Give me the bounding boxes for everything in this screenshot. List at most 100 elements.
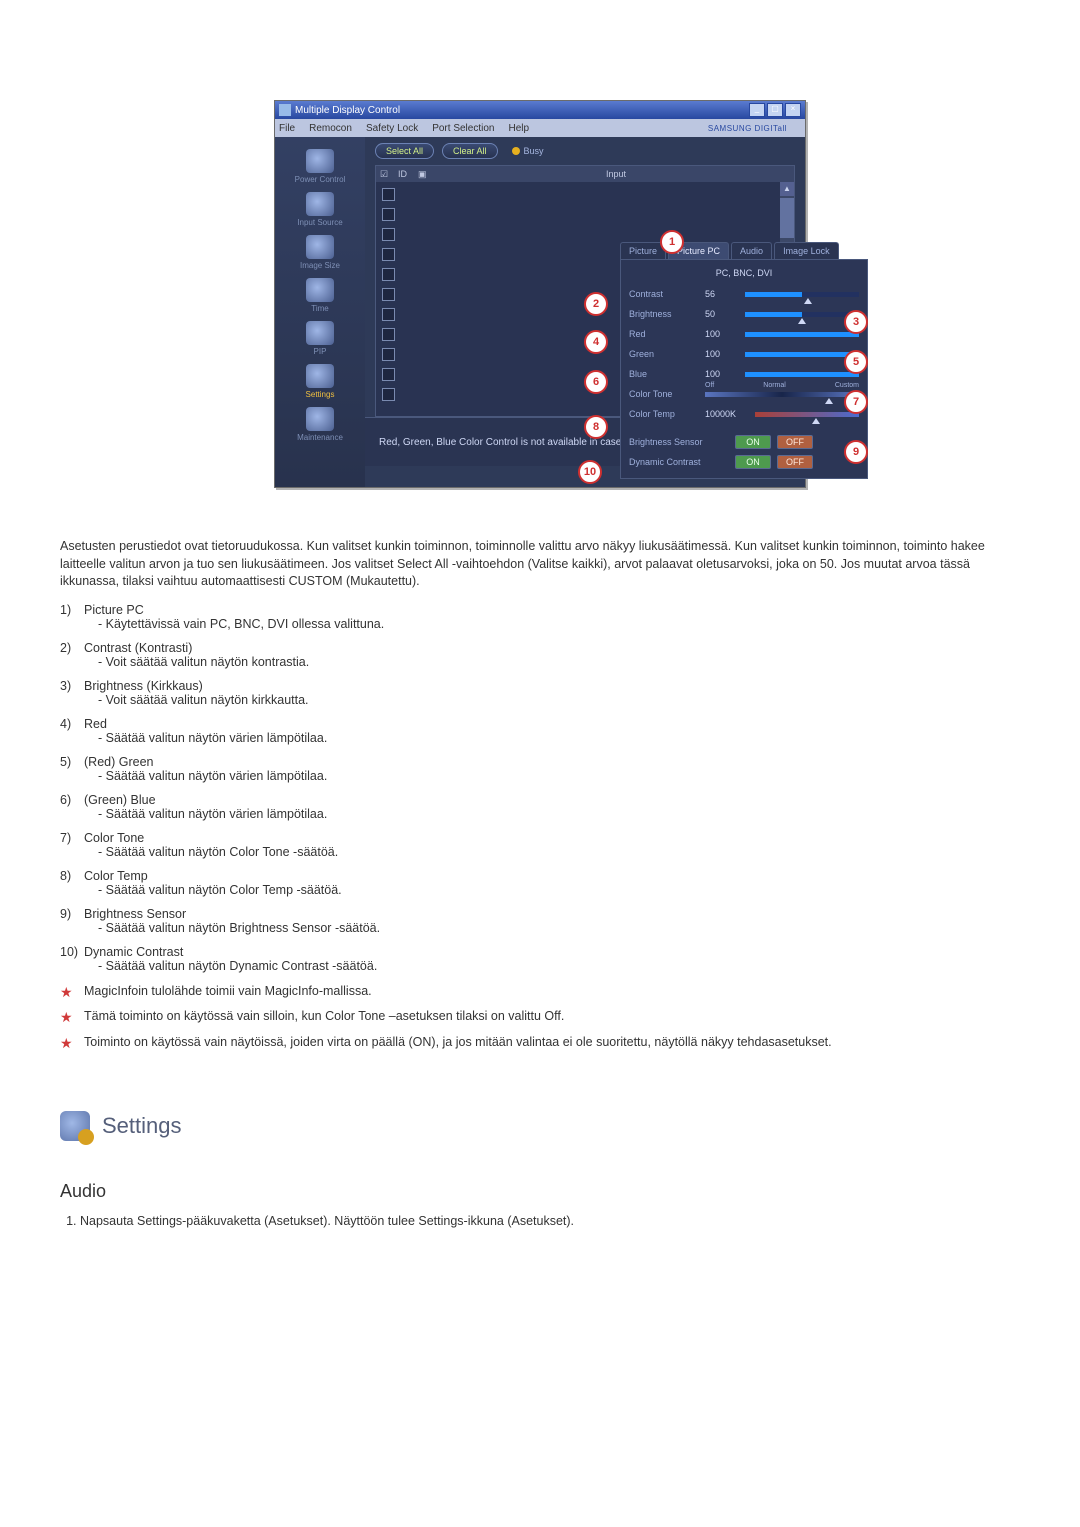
- sidebar-item-maintenance[interactable]: Maintenance: [275, 407, 365, 442]
- list-item: Picture PC- Käytettävissä vain PC, BNC, …: [60, 603, 1020, 631]
- tab-image-lock[interactable]: Image Lock: [774, 242, 839, 259]
- row-color-tone: Color Tone OffNormalCustom: [629, 384, 859, 404]
- blue-slider[interactable]: [745, 372, 859, 377]
- row-checkbox[interactable]: [382, 368, 395, 381]
- row-red: Red100: [629, 324, 859, 344]
- close-button[interactable]: ×: [785, 103, 801, 117]
- clear-all-button[interactable]: Clear All: [442, 143, 498, 159]
- star-list: MagicInfoin tulolähde toimii vain MagicI…: [60, 983, 1020, 1052]
- numbered-list: Picture PC- Käytettävissä vain PC, BNC, …: [60, 603, 1020, 973]
- row-checkbox[interactable]: [382, 228, 395, 241]
- brand-label: SAMSUNG DIGITall: [708, 124, 787, 133]
- sidebar: Power Control Input Source Image Size Ti…: [275, 137, 365, 487]
- brightness-slider[interactable]: [745, 312, 859, 317]
- sidebar-item-settings[interactable]: Settings: [275, 364, 365, 399]
- description-intro: Asetusten perustiedot ovat tietoruudukos…: [60, 538, 1020, 591]
- red-slider[interactable]: [745, 332, 859, 337]
- scroll-thumb[interactable]: [780, 198, 794, 238]
- list-item: (Green) Blue- Säätää valitun näytön väri…: [60, 793, 1020, 821]
- settings-heading: Settings: [60, 1111, 1020, 1141]
- star-item: Toiminto on käytössä vain näytöissä, joi…: [60, 1034, 1020, 1052]
- list-item: Color Temp- Säätää valitun näytön Color …: [60, 869, 1020, 897]
- callout-10: 10: [578, 460, 602, 484]
- callout-5: 5: [844, 350, 868, 374]
- list-item: Brightness Sensor- Säätää valitun näytön…: [60, 907, 1020, 935]
- tab-picture[interactable]: Picture: [620, 242, 666, 259]
- color-temp-slider[interactable]: [755, 412, 859, 417]
- row-dynamic-contrast: Dynamic Contrast ON OFF: [629, 452, 859, 472]
- menu-safety-lock[interactable]: Safety Lock: [366, 123, 418, 134]
- app-icon: [279, 104, 291, 116]
- row-checkbox[interactable]: [382, 388, 395, 401]
- scroll-up-icon[interactable]: ▲: [780, 182, 794, 196]
- menu-port-selection[interactable]: Port Selection: [432, 123, 494, 134]
- titlebar[interactable]: Multiple Display Control _ ▢ ×: [275, 101, 805, 119]
- callout-1: 1: [660, 230, 684, 254]
- menu-help[interactable]: Help: [508, 123, 529, 134]
- list-row[interactable]: [376, 224, 794, 244]
- list-row[interactable]: [376, 204, 794, 224]
- row-brightness-sensor: Brightness Sensor ON OFF: [629, 432, 859, 452]
- row-checkbox[interactable]: [382, 268, 395, 281]
- row-checkbox[interactable]: [382, 208, 395, 221]
- col-input[interactable]: Input: [438, 169, 794, 179]
- col-status-icon[interactable]: ▣: [418, 169, 438, 180]
- sidebar-item-time[interactable]: Time: [275, 278, 365, 313]
- callout-3: 3: [844, 310, 868, 334]
- callout-7: 7: [844, 390, 868, 414]
- time-icon: [306, 278, 334, 302]
- list-item: Red- Säätää valitun näytön värien lämpöt…: [60, 717, 1020, 745]
- settings-icon: [306, 364, 334, 388]
- callout-2: 2: [584, 292, 608, 316]
- menubar: File Remocon Safety Lock Port Selection …: [275, 119, 805, 137]
- tab-audio[interactable]: Audio: [731, 242, 772, 259]
- row-checkbox[interactable]: [382, 348, 395, 361]
- menu-file[interactable]: File: [279, 123, 295, 134]
- sidebar-item-input-source[interactable]: Input Source: [275, 192, 365, 227]
- color-tone-slider[interactable]: OffNormalCustom: [705, 392, 859, 397]
- star-item: Tämä toiminto on käytössä vain silloin, …: [60, 1008, 1020, 1026]
- callout-4: 4: [584, 330, 608, 354]
- pip-icon: [306, 321, 334, 345]
- row-contrast: Contrast56: [629, 284, 859, 304]
- green-slider[interactable]: [745, 352, 859, 357]
- callout-9: 9: [844, 440, 868, 464]
- busy-indicator: Busy: [512, 146, 544, 156]
- col-checkbox[interactable]: ☑: [380, 169, 398, 180]
- window-title: Multiple Display Control: [295, 105, 400, 116]
- row-checkbox[interactable]: [382, 248, 395, 261]
- contrast-slider[interactable]: [745, 292, 859, 297]
- row-color-temp: Color Temp10000K: [629, 404, 859, 424]
- power-icon: [306, 149, 334, 173]
- dynamic-contrast-on-button[interactable]: ON: [735, 455, 771, 469]
- maintenance-icon: [306, 407, 334, 431]
- list-item: Contrast (Kontrasti)- Voit säätää valitu…: [60, 641, 1020, 669]
- sidebar-item-pip[interactable]: PIP: [275, 321, 365, 356]
- menu-remocon[interactable]: Remocon: [309, 123, 352, 134]
- list-item: (Red) Green- Säätää valitun näytön värie…: [60, 755, 1020, 783]
- image-size-icon: [306, 235, 334, 259]
- select-all-button[interactable]: Select All: [375, 143, 434, 159]
- input-icon: [306, 192, 334, 216]
- star-item: MagicInfoin tulolähde toimii vain MagicI…: [60, 983, 1020, 1001]
- col-id[interactable]: ID: [398, 169, 418, 179]
- brightness-sensor-on-button[interactable]: ON: [735, 435, 771, 449]
- minimize-button[interactable]: _: [749, 103, 765, 117]
- panel-subheader: PC, BNC, DVI: [629, 268, 859, 278]
- list-item: Dynamic Contrast- Säätää valitun näytön …: [60, 945, 1020, 973]
- callout-8: 8: [584, 415, 608, 439]
- list-item: Color Tone- Säätää valitun näytön Color …: [60, 831, 1020, 859]
- sidebar-item-power-control[interactable]: Power Control: [275, 149, 365, 184]
- row-checkbox[interactable]: [382, 188, 395, 201]
- step-item: Napsauta Settings-pääkuvaketta (Asetukse…: [80, 1214, 1020, 1228]
- row-checkbox[interactable]: [382, 308, 395, 321]
- row-checkbox[interactable]: [382, 328, 395, 341]
- list-row[interactable]: [376, 184, 794, 204]
- settings-heading-icon: [60, 1111, 90, 1141]
- row-checkbox[interactable]: [382, 288, 395, 301]
- brightness-sensor-off-button[interactable]: OFF: [777, 435, 813, 449]
- dynamic-contrast-off-button[interactable]: OFF: [777, 455, 813, 469]
- sidebar-item-image-size[interactable]: Image Size: [275, 235, 365, 270]
- audio-steps: Napsauta Settings-pääkuvaketta (Asetukse…: [60, 1214, 1020, 1228]
- maximize-button[interactable]: ▢: [767, 103, 783, 117]
